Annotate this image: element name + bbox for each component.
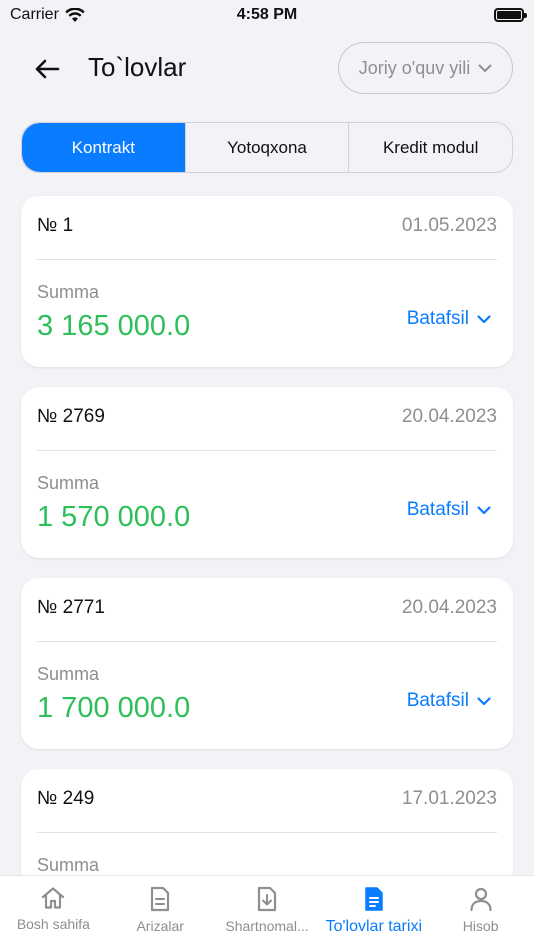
- chevron-down-icon: [477, 314, 491, 323]
- details-label: Batafsil: [406, 499, 469, 520]
- chevron-down-icon: [477, 505, 491, 514]
- wifi-icon: [65, 7, 85, 22]
- details-label: Batafsil: [406, 308, 469, 329]
- payment-number: № 2771: [37, 597, 105, 618]
- arrow-left-icon: [35, 59, 60, 79]
- status-bar: Carrier 4:58 PM: [0, 0, 534, 30]
- status-left: Carrier: [10, 6, 85, 24]
- nav-label: Arizalar: [136, 918, 184, 934]
- chevron-down-icon: [477, 696, 491, 705]
- nav-item-bosh-sahifa[interactable]: Bosh sahifa: [0, 876, 107, 950]
- details-button[interactable]: Batafsil: [407, 499, 491, 521]
- page-title: To`lovlar: [88, 52, 187, 82]
- back-button[interactable]: [30, 52, 64, 86]
- nav-item-tolovlar-tarixi[interactable]: To'lovlar tarixi: [320, 876, 427, 950]
- payment-date: 20.04.2023: [401, 597, 497, 618]
- nav-label: Bosh sahifa: [16, 916, 90, 932]
- nav-item-arizalar[interactable]: Arizalar: [107, 876, 214, 950]
- details-button[interactable]: Batafsil: [407, 690, 491, 712]
- nav-label: Hisob: [462, 918, 499, 934]
- payment-date: 01.05.2023: [401, 215, 497, 236]
- payment-number: № 1: [37, 215, 74, 236]
- payment-amount: 1 570 000.0: [37, 501, 191, 533]
- amount-label: Summa: [37, 473, 100, 493]
- person-icon: [469, 887, 492, 912]
- academic-year-label: Joriy o'quv yili: [358, 57, 471, 78]
- document-icon: [151, 886, 170, 912]
- payment-number: № 249: [37, 788, 95, 809]
- amount-label: Summa: [37, 282, 100, 302]
- card-divider: [37, 259, 497, 260]
- nav-item-hisob[interactable]: Hisob: [427, 876, 534, 950]
- payment-amount: 1 700 000.0: [37, 692, 191, 724]
- details-button[interactable]: Batafsil: [407, 308, 491, 330]
- card-divider: [37, 832, 497, 833]
- amount-label: Summa: [37, 664, 100, 684]
- card-divider: [37, 450, 497, 451]
- payment-card: № 2771 20.04.2023 Summa 1 700 000.0 Bata…: [21, 578, 513, 749]
- payment-date: 17.01.2023: [401, 788, 497, 809]
- payment-number: № 2769: [37, 406, 105, 427]
- details-label: Batafsil: [406, 690, 469, 711]
- nav-item-shartnomalar[interactable]: Shartnomal...: [214, 876, 321, 950]
- header: To`lovlar Joriy o'quv yili: [0, 42, 534, 94]
- chevron-down-icon: [478, 64, 492, 72]
- home-icon: [42, 887, 65, 909]
- battery-icon: [494, 8, 527, 22]
- payment-list: № 1 01.05.2023 Summa 3 165 000.0 Batafsi…: [21, 196, 513, 950]
- payment-card: № 1 01.05.2023 Summa 3 165 000.0 Batafsi…: [21, 196, 513, 367]
- payment-type-tabs: Kontrakt Yotoqxona Kredit modul: [21, 122, 513, 173]
- payment-date: 20.04.2023: [401, 406, 497, 427]
- carrier-label: Carrier: [10, 6, 59, 23]
- download-document-icon: [257, 886, 277, 912]
- nav-label: Shartnomal...: [225, 918, 309, 934]
- tab-kredit-modul[interactable]: Kredit modul: [348, 123, 512, 172]
- tab-yotoqxona[interactable]: Yotoqxona: [184, 123, 349, 172]
- tab-kontrakt[interactable]: Kontrakt: [22, 123, 185, 172]
- academic-year-select[interactable]: Joriy o'quv yili: [338, 42, 513, 94]
- payment-amount: 3 165 000.0: [37, 310, 191, 342]
- amount-label: Summa: [37, 855, 100, 875]
- nav-label: To'lovlar tarixi: [325, 918, 422, 935]
- payment-card: № 2769 20.04.2023 Summa 1 570 000.0 Bata…: [21, 387, 513, 558]
- filled-document-icon: [365, 887, 383, 911]
- bottom-navigation: Bosh sahifa Arizalar Shartnomal... To'lo…: [0, 875, 534, 950]
- card-divider: [37, 641, 497, 642]
